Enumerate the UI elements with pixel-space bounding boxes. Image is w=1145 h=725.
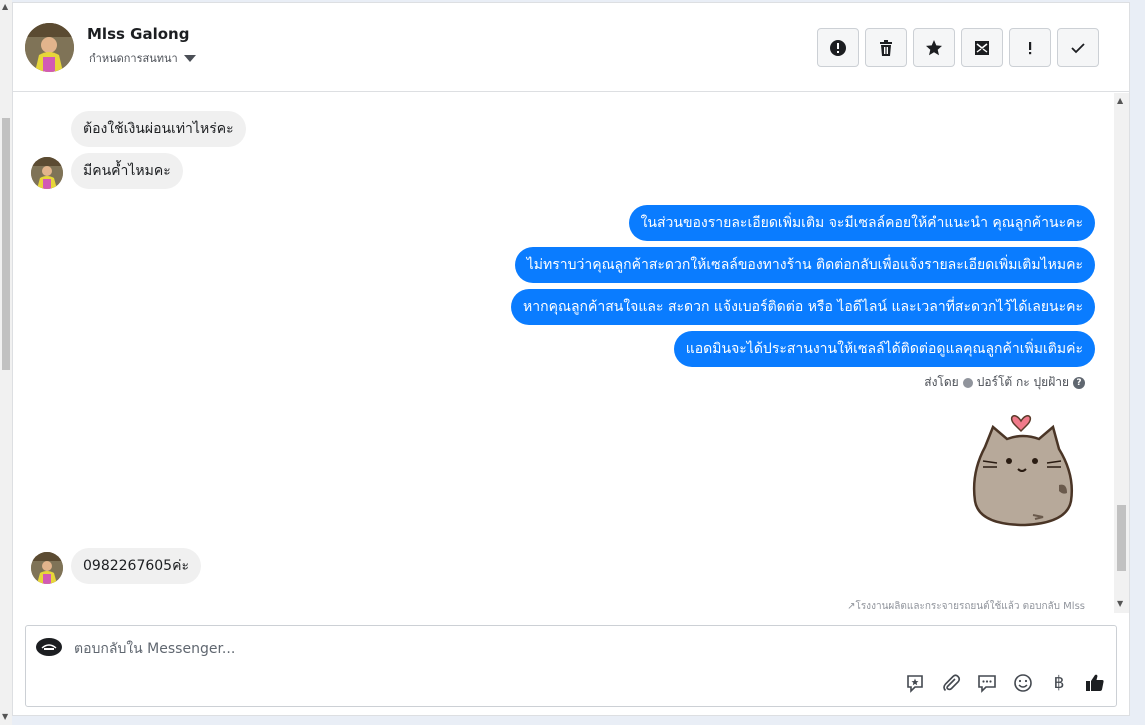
report-button[interactable] xyxy=(817,28,859,67)
contact-message-avatar xyxy=(31,157,63,189)
outgoing-message[interactable]: ในส่วนของรายละเอียดเพิ่มเติม จะมีเซลล์คอ… xyxy=(628,205,1095,241)
composer-tools: ฿ xyxy=(904,672,1106,694)
verified-icon xyxy=(962,377,973,388)
baht-icon: ฿ xyxy=(1053,673,1065,693)
thread-scrollbar-thumb[interactable] xyxy=(1117,505,1126,571)
incoming-message[interactable]: ต้องใช้เงินผ่อนเท่าไหร่คะ xyxy=(71,111,246,147)
star-button[interactable] xyxy=(913,28,955,67)
incoming-message[interactable]: มีคนค้ำไหมคะ xyxy=(71,153,183,189)
like-button[interactable] xyxy=(1084,672,1106,694)
scroll-up-arrow-icon[interactable]: ▲ xyxy=(2,2,8,12)
envelope-icon xyxy=(975,40,989,55)
mark-unread-button[interactable] xyxy=(961,28,1003,67)
quick-reply-button[interactable] xyxy=(976,672,998,694)
exclamation-icon xyxy=(1029,41,1032,54)
saved-replies-button[interactable] xyxy=(904,672,926,694)
incoming-message[interactable]: 0982267605ค่ะ xyxy=(71,548,201,584)
cat-sticker-image[interactable] xyxy=(963,405,1083,530)
message-composer: ฿ xyxy=(25,625,1117,707)
emoji-button[interactable] xyxy=(1012,672,1034,694)
important-button[interactable] xyxy=(1009,28,1051,67)
check-icon xyxy=(1071,42,1085,53)
speech-star-icon xyxy=(907,675,923,693)
message-thread[interactable]: ต้องใช้เงินผ่อนเท่าไหร่คะ มีคนค้ำไหมคะ ใ… xyxy=(13,93,1114,613)
header-actions xyxy=(817,28,1099,67)
page-scrollbar-thumb[interactable] xyxy=(2,118,10,370)
scroll-up-arrow-icon[interactable]: ▲ xyxy=(1117,96,1123,106)
star-icon xyxy=(926,39,942,55)
done-button[interactable] xyxy=(1057,28,1099,67)
reply-note: ↗โรงงานผลิตและกระจายรถยนต์ใช้แล้ว ตอบกลั… xyxy=(847,601,1085,612)
payment-button[interactable]: ฿ xyxy=(1048,672,1070,694)
conversation-options-label: กำหนดการสนทนา xyxy=(89,52,178,65)
scroll-down-arrow-icon[interactable]: ▼ xyxy=(1117,599,1123,609)
alert-icon xyxy=(830,39,846,56)
caret-down-icon xyxy=(183,54,196,62)
message-input[interactable] xyxy=(74,638,874,660)
outgoing-message[interactable]: หากคุณลูกค้าสนใจและ สะดวก แจ้งเบอร์ติดต่… xyxy=(511,289,1095,325)
trash-icon xyxy=(880,39,892,56)
conversation-options-dropdown[interactable]: กำหนดการสนทนา xyxy=(89,49,196,67)
page-avatar xyxy=(36,638,62,656)
delete-button[interactable] xyxy=(865,28,907,67)
outgoing-message[interactable]: ไม่ทราบว่าคุณลูกค้าสะดวกให้เซลล์ของทางร้… xyxy=(514,247,1095,283)
scroll-down-arrow-icon[interactable]: ▼ xyxy=(2,712,8,722)
sent-by-name[interactable]: ปอร์โต้ กะ ปุยฝ้าย xyxy=(977,373,1069,392)
sent-by-info: ส่งโดย ปอร์โต้ กะ ปุยฝ้าย ? xyxy=(924,373,1085,392)
conversation-header: Mlss Galong กำหนดการสนทนา xyxy=(13,3,1129,92)
outgoing-message[interactable]: แอดมินจะได้ประสานงานให้เซลล์ได้ติดต่อดูแ… xyxy=(673,331,1095,367)
contact-name: Mlss Galong xyxy=(87,25,190,43)
thread-scrollbar[interactable]: ▲ ▼ xyxy=(1114,93,1129,613)
contact-message-avatar xyxy=(31,552,63,584)
contact-avatar[interactable] xyxy=(25,23,74,72)
thumbs-up-icon xyxy=(1086,674,1104,691)
chat-bubble-icon xyxy=(978,675,996,693)
help-icon[interactable]: ? xyxy=(1073,376,1085,389)
page-scrollbar[interactable]: ▲ ▼ xyxy=(0,0,12,725)
conversation-panel: Mlss Galong กำหนดการสนทนา ต้องใช้เงินผ่อ… xyxy=(12,2,1130,716)
sent-by-label: ส่งโดย xyxy=(924,375,959,389)
smiley-icon xyxy=(1014,674,1032,692)
paperclip-icon xyxy=(943,674,961,692)
attach-button[interactable] xyxy=(940,672,962,694)
